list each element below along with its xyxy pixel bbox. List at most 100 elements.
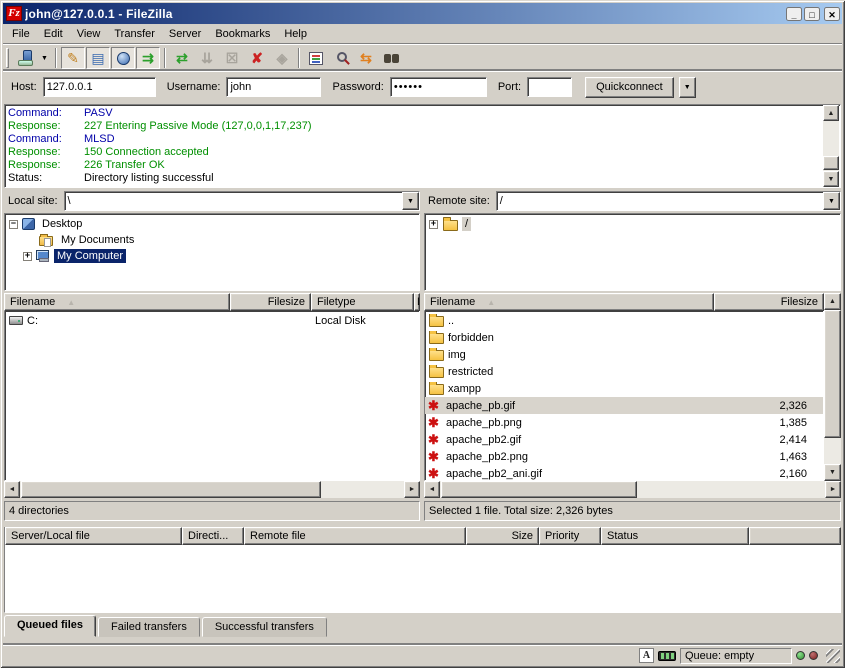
scroll-right-icon[interactable]: ► — [825, 481, 841, 498]
remote-list-header: Filename▲ Filesize — [424, 293, 824, 311]
column-remote-file[interactable]: Remote file — [244, 527, 466, 545]
log-scrollbar[interactable]: ▲ ▼ — [823, 105, 840, 187]
file-search-button[interactable] — [379, 47, 403, 69]
queue-list[interactable] — [4, 545, 841, 613]
column-filename[interactable]: Filename▲ — [4, 293, 230, 311]
scroll-right-icon[interactable]: ► — [404, 481, 420, 498]
quickconnect-dropdown[interactable]: ▼ — [679, 77, 696, 98]
scroll-up-icon[interactable]: ▲ — [824, 293, 841, 310]
expand-icon[interactable]: + — [23, 252, 32, 261]
tab-failed-transfers[interactable]: Failed transfers — [98, 617, 200, 637]
file-row[interactable]: forbidden — [425, 329, 823, 346]
cancel-operation-button[interactable]: ☒ — [220, 47, 244, 69]
remote-tree: + / — [424, 213, 841, 291]
resize-grip[interactable] — [826, 649, 840, 663]
scroll-left-icon[interactable]: ◄ — [424, 481, 440, 498]
remote-site-combo[interactable]: / ▼ — [496, 191, 841, 211]
local-horizontal-scrollbar[interactable]: ◄ ► — [4, 481, 420, 498]
menu-view[interactable]: View — [70, 26, 108, 42]
username-input[interactable] — [226, 77, 321, 97]
file-row[interactable]: ✱apache_pb2.png1,463 — [425, 448, 823, 465]
browser-panes: Local site: \ ▼ − Desktop My Documents — [4, 190, 841, 523]
column-server-local-file[interactable]: Server/Local file — [5, 527, 182, 545]
site-manager-dropdown[interactable]: ▼ — [38, 47, 51, 69]
menu-server[interactable]: Server — [162, 26, 208, 42]
tree-item-root[interactable]: + / — [429, 216, 840, 232]
file-row[interactable]: ✱apache_pb2_ani.gif2,160 — [425, 465, 823, 481]
file-row[interactable]: img — [425, 346, 823, 363]
maximize-button[interactable]: □ — [804, 7, 820, 21]
password-input[interactable] — [390, 77, 487, 97]
expand-icon[interactable]: + — [429, 220, 438, 229]
menu-edit[interactable]: Edit — [37, 26, 70, 42]
speed-limit-icon[interactable] — [658, 651, 676, 661]
remote-site-value[interactable]: / — [497, 192, 823, 210]
file-row[interactable]: xampp — [425, 380, 823, 397]
minimize-button[interactable]: _ — [786, 7, 802, 21]
process-queue-button[interactable]: ⇊ — [195, 47, 219, 69]
toggle-local-tree-button[interactable]: ▤ — [86, 47, 110, 69]
tab-queued-files[interactable]: Queued files — [4, 615, 96, 637]
remote-vertical-scrollbar[interactable]: ▲ ▼ — [824, 293, 841, 481]
image-file-icon: ✱ — [428, 433, 444, 446]
port-input[interactable] — [527, 77, 572, 97]
tree-item-my-documents[interactable]: My Documents — [9, 232, 419, 248]
site-manager-button[interactable] — [13, 47, 37, 69]
chevron-down-icon[interactable]: ▼ — [402, 192, 419, 210]
disconnect-button[interactable]: ✘ — [245, 47, 269, 69]
chevron-down-icon[interactable]: ▼ — [823, 192, 840, 210]
column-filesize[interactable]: Filesize — [714, 293, 824, 311]
file-row[interactable]: ✱apache_pb2.gif2,414 — [425, 431, 823, 448]
scroll-down-icon[interactable]: ▼ — [824, 464, 841, 481]
collapse-icon[interactable]: − — [9, 220, 18, 229]
quickconnect-button[interactable]: Quickconnect — [585, 77, 674, 98]
folder-icon — [429, 333, 444, 344]
toolbar-grip[interactable] — [6, 48, 9, 68]
local-site-combo[interactable]: \ ▼ — [64, 191, 420, 211]
column-filesize[interactable]: Filesize — [230, 293, 311, 311]
scroll-left-icon[interactable]: ◄ — [4, 481, 20, 498]
menu-transfer[interactable]: Transfer — [107, 26, 162, 42]
column-filetype[interactable]: Filetype — [311, 293, 414, 311]
scroll-thumb[interactable] — [824, 310, 841, 438]
close-button[interactable]: ✕ — [824, 7, 840, 21]
reconnect-button[interactable]: ◈ — [270, 47, 294, 69]
menu-help[interactable]: Help — [277, 26, 314, 42]
log-line: Response:150 Connection accepted — [8, 146, 840, 159]
toggle-queue-button[interactable]: ⇉ — [136, 47, 160, 69]
tab-successful-transfers[interactable]: Successful transfers — [202, 617, 327, 637]
activity-led-red-icon — [809, 651, 818, 660]
toggle-message-log-button[interactable]: ✎ — [61, 47, 85, 69]
scroll-thumb[interactable] — [823, 156, 839, 170]
file-row-selected[interactable]: ✱apache_pb.gif2,326 — [425, 397, 823, 414]
column-last-modified[interactable]: L — [414, 293, 420, 311]
file-row[interactable]: restricted — [425, 363, 823, 380]
file-row[interactable]: ✱apache_pb.png1,385 — [425, 414, 823, 431]
file-row[interactable]: .. — [425, 312, 823, 329]
toggle-remote-tree-button[interactable] — [111, 47, 135, 69]
refresh-button[interactable]: ⇄ — [170, 47, 194, 69]
column-size[interactable]: Size — [466, 527, 539, 545]
sync-arrows-icon: ⇆ — [360, 51, 372, 65]
menu-bookmarks[interactable]: Bookmarks — [208, 26, 277, 42]
menu-file[interactable]: File — [5, 26, 37, 42]
column-status[interactable]: Status — [601, 527, 749, 545]
directory-comparison-button[interactable] — [329, 47, 353, 69]
host-input[interactable] — [43, 77, 156, 97]
tree-item-my-computer[interactable]: + My Computer — [9, 248, 419, 264]
tree-item-desktop[interactable]: − Desktop — [9, 216, 419, 232]
transfer-type-icon[interactable]: A — [639, 648, 654, 663]
scroll-thumb[interactable] — [441, 481, 637, 498]
file-row-c-drive[interactable]: C: Local Disk — [5, 312, 419, 329]
column-filler — [749, 527, 841, 545]
column-filename[interactable]: Filename▲ — [424, 293, 714, 311]
scroll-up-icon[interactable]: ▲ — [823, 105, 839, 121]
synchronized-browsing-button[interactable]: ⇆ — [354, 47, 378, 69]
scroll-thumb[interactable] — [21, 481, 321, 498]
local-site-value[interactable]: \ — [65, 192, 402, 210]
directory-filters-button[interactable] — [304, 47, 328, 69]
scroll-down-icon[interactable]: ▼ — [823, 171, 839, 187]
column-priority[interactable]: Priority — [539, 527, 601, 545]
remote-horizontal-scrollbar[interactable]: ◄ ► — [424, 481, 841, 498]
column-direction[interactable]: Directi... — [182, 527, 244, 545]
